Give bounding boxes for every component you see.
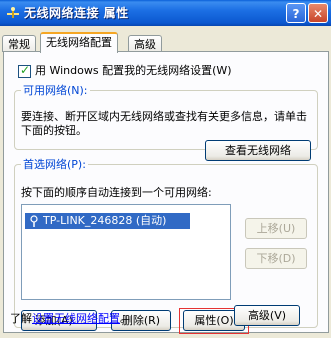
use-windows-checkbox[interactable]: ✓ <box>18 62 31 78</box>
checkmark-icon: ✓ <box>20 62 31 77</box>
available-networks-group: 可用网络(N): 要连接、断开区域内无线网络或查找有关更多信息，请单击下面的按钮… <box>14 82 318 161</box>
use-windows-row[interactable]: ✓ 用 Windows 配置我的无线网络设置(W) <box>18 62 232 78</box>
available-networks-legend: 可用网络(N): <box>23 84 88 97</box>
close-button[interactable]: ✕ <box>308 3 328 23</box>
learn-more-link[interactable]: 设置无线网络配置 <box>32 312 120 325</box>
network-connection-icon <box>7 7 19 18</box>
available-networks-description: 要连接、断开区域内无线网络或查找有关更多信息，请单击下面的按钮。 <box>21 110 307 137</box>
preferred-networks-list[interactable]: TP-LINK_246828 (自动) <box>21 204 231 300</box>
preferred-networks-legend: 首选网络(P): <box>23 158 86 171</box>
window-title: 无线网络连接 属性 <box>24 6 129 20</box>
learn-prefix: 了解 <box>10 312 32 325</box>
learn-more-text: 了解设置无线网络配置。 <box>10 310 131 326</box>
properties-dialog: 无线网络连接 属性 ? ✕ 常规 无线网络配置 高级 ✓ 用 Windows 配置… <box>0 0 331 338</box>
move-up-button[interactable]: 上移(U) <box>245 218 307 239</box>
tab-wireless-config[interactable]: 无线网络配置 <box>40 32 118 53</box>
help-button[interactable]: ? <box>286 3 306 23</box>
network-name: TP-LINK_246828 (自动) <box>43 214 167 227</box>
use-windows-label: 用 Windows 配置我的无线网络设置(W) <box>35 64 232 77</box>
advanced-button[interactable]: 高级(V) <box>234 305 300 326</box>
tab-advanced[interactable]: 高级 <box>128 35 162 52</box>
move-down-button[interactable]: 下移(D) <box>245 248 307 269</box>
tab-general[interactable]: 常规 <box>2 35 36 52</box>
preferred-networks-group: 首选网络(P): 按下面的顺序自动连接到一个可用网络: TP-LINK_2468… <box>14 156 318 334</box>
learn-suffix: 。 <box>120 312 131 325</box>
list-item[interactable]: TP-LINK_246828 (自动) <box>25 213 190 229</box>
wireless-antenna-icon <box>30 215 38 227</box>
tab-strip: 常规 无线网络配置 高级 <box>0 32 331 53</box>
preferred-networks-description: 按下面的顺序自动连接到一个可用网络: <box>21 186 212 199</box>
title-bar[interactable]: 无线网络连接 属性 ? ✕ <box>0 0 331 26</box>
tab-panel: ✓ 用 Windows 配置我的无线网络设置(W) 可用网络(N): 要连接、断开… <box>3 51 329 334</box>
